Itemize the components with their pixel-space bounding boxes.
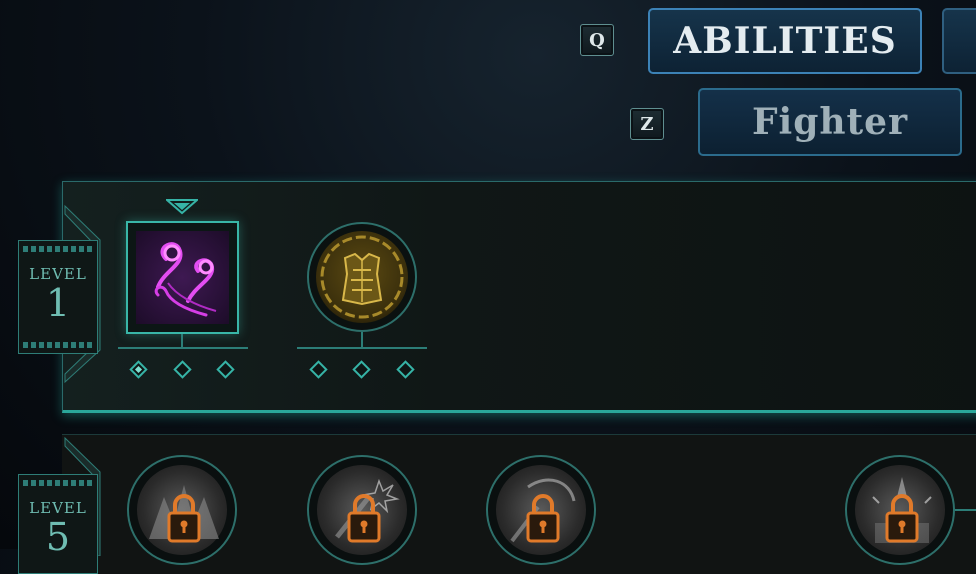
ability-slot-2[interactable] (307, 222, 417, 332)
locked-ability-icon (510, 478, 576, 543)
class-selector-fighter[interactable]: Fighter (698, 88, 962, 156)
level-1-badge: LEVEL 1 (18, 240, 98, 354)
locked-ability-icon (149, 485, 219, 543)
gold-armor-passive-icon (316, 231, 408, 323)
level-5-badge: LEVEL 5 (18, 474, 98, 574)
hotkey-z-badge: Z (630, 108, 664, 140)
hotkey-q-badge: Q (580, 24, 614, 56)
purple-swirl-ability-icon (136, 231, 229, 324)
ability-slot-1[interactable] (126, 221, 239, 334)
level-number: 1 (45, 281, 71, 325)
locked-ability-icon (335, 478, 400, 543)
connector-line (955, 509, 976, 511)
tab-abilities[interactable]: ABILITIES (648, 8, 922, 74)
level-number: 5 (45, 515, 71, 559)
selected-indicator-icon (166, 199, 198, 215)
tab-next[interactable] (942, 8, 976, 74)
locked-ability-icon (872, 477, 932, 543)
